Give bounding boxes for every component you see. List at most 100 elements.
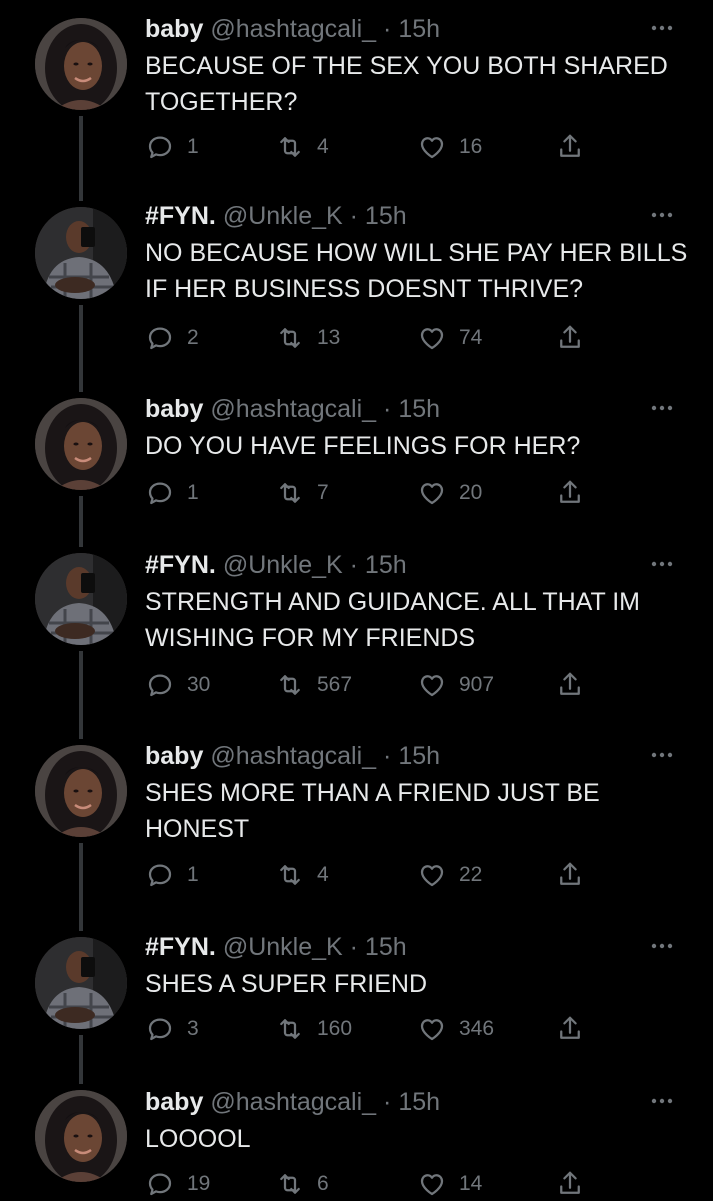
display-name[interactable]: #FYN. [145, 202, 216, 230]
heart-icon [417, 860, 459, 890]
display-name[interactable]: baby [145, 15, 203, 43]
user-handle[interactable]: @Unkle_K [223, 933, 343, 961]
display-name[interactable]: baby [145, 1088, 203, 1116]
retweet-button[interactable]: 7 [275, 476, 329, 510]
reply-button[interactable]: 19 [145, 1167, 210, 1201]
user-handle[interactable]: @hashtagcali_ [210, 15, 376, 43]
share-icon [555, 670, 597, 700]
more-options-icon[interactable] [647, 936, 677, 956]
display-name[interactable]: baby [145, 395, 203, 423]
reply-count: 1 [187, 863, 199, 886]
retweet-count: 4 [317, 135, 329, 158]
tweet-header: #FYN. @Unkle_K · 15h [145, 548, 407, 582]
thread-connector-line [79, 496, 83, 547]
reply-icon [145, 860, 187, 890]
timestamp[interactable]: 15h [398, 15, 440, 43]
user-handle[interactable]: @Unkle_K [223, 551, 343, 579]
retweet-count: 160 [317, 1017, 353, 1040]
reply-button[interactable]: 2 [145, 321, 199, 355]
display-name[interactable]: baby [145, 742, 203, 770]
avatar[interactable] [35, 1090, 127, 1182]
like-button[interactable]: 20 [417, 476, 482, 510]
separator-dot: · [349, 933, 358, 961]
timestamp[interactable]: 15h [398, 395, 440, 423]
reply-icon [145, 670, 187, 700]
separator-dot: · [383, 1088, 392, 1116]
user-handle[interactable]: @hashtagcali_ [210, 742, 376, 770]
tweet-text: SHES A SUPER FRIEND [145, 970, 428, 998]
retweet-button[interactable]: 4 [275, 858, 329, 892]
timestamp[interactable]: 15h [365, 933, 407, 961]
like-button[interactable]: 14 [417, 1167, 482, 1201]
timestamp[interactable]: 15h [398, 742, 440, 770]
share-button[interactable] [555, 1012, 597, 1046]
share-button[interactable] [555, 130, 597, 164]
like-button[interactable]: 16 [417, 130, 482, 164]
tweet-actions: 19 6 14 [145, 1167, 605, 1201]
retweet-button[interactable]: 13 [275, 321, 340, 355]
share-button[interactable] [555, 476, 597, 510]
tweet-text: DO YOU HAVE FEELINGS FOR HER? [145, 432, 581, 460]
reply-button[interactable]: 1 [145, 130, 199, 164]
reply-count: 1 [187, 481, 199, 504]
thread-connector-line [79, 116, 83, 201]
share-icon [555, 323, 597, 353]
avatar[interactable] [35, 937, 127, 1029]
avatar[interactable] [35, 398, 127, 490]
retweet-icon [275, 1014, 317, 1044]
share-button[interactable] [555, 321, 597, 355]
like-button[interactable]: 907 [417, 668, 494, 702]
reply-icon [145, 478, 187, 508]
display-name[interactable]: #FYN. [145, 551, 216, 579]
reply-button[interactable]: 1 [145, 476, 199, 510]
like-button[interactable]: 346 [417, 1012, 494, 1046]
retweet-count: 13 [317, 326, 341, 349]
reply-button[interactable]: 3 [145, 1012, 199, 1046]
retweet-button[interactable]: 4 [275, 130, 329, 164]
separator-dot: · [349, 202, 358, 230]
tweet-actions: 1 4 22 [145, 858, 605, 892]
more-options-icon[interactable] [647, 18, 677, 38]
like-button[interactable]: 22 [417, 858, 482, 892]
more-options-icon[interactable] [647, 205, 677, 225]
avatar[interactable] [35, 18, 127, 110]
more-options-icon[interactable] [647, 554, 677, 574]
timestamp[interactable]: 15h [365, 551, 407, 579]
like-button[interactable]: 74 [417, 321, 482, 355]
timestamp[interactable]: 15h [398, 1088, 440, 1116]
avatar[interactable] [35, 745, 127, 837]
user-handle[interactable]: @Unkle_K [223, 202, 343, 230]
like-count: 346 [459, 1017, 495, 1040]
reply-button[interactable]: 30 [145, 668, 210, 702]
share-button[interactable] [555, 668, 597, 702]
more-options-icon[interactable] [647, 745, 677, 765]
display-name[interactable]: #FYN. [145, 933, 216, 961]
share-button[interactable] [555, 1167, 597, 1201]
avatar[interactable] [35, 553, 127, 645]
retweet-button[interactable]: 6 [275, 1167, 329, 1201]
reply-icon [145, 1169, 187, 1199]
share-button[interactable] [555, 858, 597, 892]
timestamp[interactable]: 15h [365, 202, 407, 230]
tweet-actions: 3 160 346 [145, 1012, 605, 1046]
tweet-header: baby @hashtagcali_ · 15h [145, 12, 440, 46]
heart-icon [417, 132, 459, 162]
retweet-button[interactable]: 567 [275, 668, 352, 702]
reply-count: 1 [187, 135, 199, 158]
more-options-icon[interactable] [647, 1091, 677, 1111]
heart-icon [417, 323, 459, 353]
heart-icon [417, 670, 459, 700]
tweet-text: LOOOOL [145, 1125, 251, 1153]
like-count: 20 [459, 481, 483, 504]
user-handle[interactable]: @hashtagcali_ [210, 1088, 376, 1116]
retweet-button[interactable]: 160 [275, 1012, 352, 1046]
reply-button[interactable]: 1 [145, 858, 199, 892]
user-handle[interactable]: @hashtagcali_ [210, 395, 376, 423]
avatar[interactable] [35, 207, 127, 299]
tweet-header: baby @hashtagcali_ · 15h [145, 739, 440, 773]
like-count: 22 [459, 863, 483, 886]
retweet-icon [275, 478, 317, 508]
more-options-icon[interactable] [647, 398, 677, 418]
thread-connector-line [79, 1035, 83, 1084]
reply-count: 19 [187, 1172, 211, 1195]
